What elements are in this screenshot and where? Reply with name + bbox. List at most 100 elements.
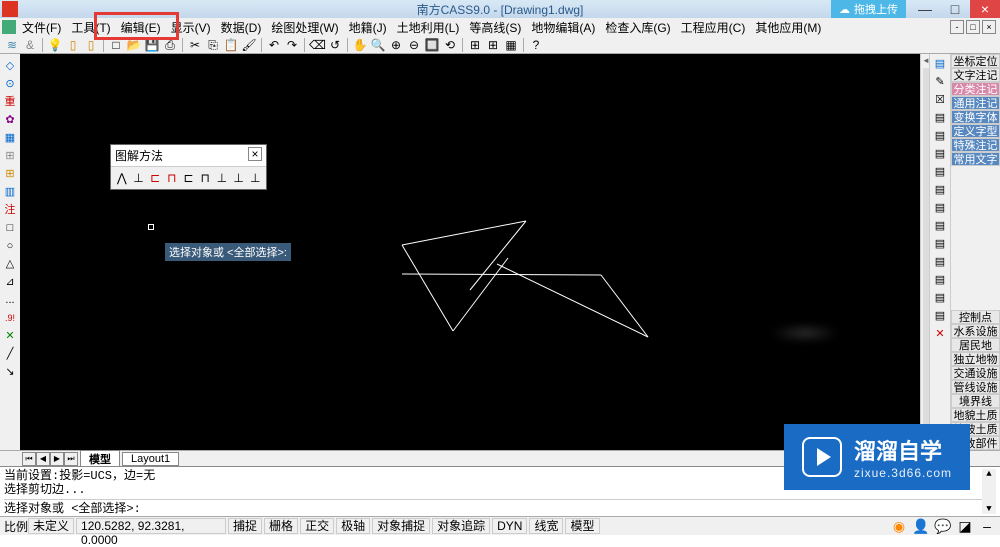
rp-pipeline[interactable]: 管线设施 — [951, 380, 1000, 394]
status-grid[interactable]: 栅格 — [264, 518, 298, 534]
rp-common-text[interactable]: 常用文字 — [951, 152, 1000, 166]
rp-text-note[interactable]: 文字注记 — [951, 68, 1000, 82]
close-button[interactable]: × — [970, 0, 1000, 18]
save-icon[interactable]: 💾 — [144, 37, 160, 53]
zoom-out-icon[interactable]: ⊖ — [406, 37, 422, 53]
menu-other[interactable]: 其他应用(M) — [751, 18, 825, 37]
zoom-window-icon[interactable]: 🔲 — [424, 37, 440, 53]
rp-water[interactable]: 水系设施 — [951, 324, 1000, 338]
lt-icon-16[interactable]: ╱ — [2, 346, 18, 362]
status-dyn[interactable]: DYN — [492, 518, 527, 534]
tab-last[interactable]: ⏭ — [64, 452, 78, 466]
new-icon[interactable]: □ — [108, 37, 124, 53]
ft-icon-7[interactable]: ⊥ — [231, 170, 247, 186]
layer-icon[interactable]: ≋ — [4, 37, 20, 53]
floating-toolbar[interactable]: 图解方法 × ⋀ ⊥ ⊏ ⊓ ⊏ ⊓ ⊥ ⊥ ⊥ — [110, 144, 267, 190]
ri-icon-7[interactable]: ▤ — [932, 182, 948, 198]
rp-special-note[interactable]: 特殊注记 — [951, 138, 1000, 152]
ri-icon-10[interactable]: ▤ — [932, 236, 948, 252]
ft-icon-1[interactable]: ⊥ — [131, 170, 147, 186]
design-center-icon[interactable]: ⊞ — [485, 37, 501, 53]
undo-icon[interactable]: ↶ — [266, 37, 282, 53]
menu-file[interactable]: 文件(F) — [18, 18, 65, 37]
vertical-scrollbar[interactable] — [923, 68, 929, 436]
rp-landform[interactable]: 地貌土质 — [951, 408, 1000, 422]
minimize-button[interactable]: — — [910, 0, 940, 18]
ft-close-button[interactable]: × — [248, 147, 262, 161]
menu-land[interactable]: 土地利用(L) — [393, 18, 464, 37]
tab-model[interactable]: 模型 — [80, 450, 120, 468]
redo-icon[interactable]: ↷ — [284, 37, 300, 53]
zoom-in-icon[interactable]: ⊕ — [388, 37, 404, 53]
pan-icon[interactable]: ✋ — [352, 37, 368, 53]
lt-icon-1[interactable]: ⊙ — [2, 76, 18, 92]
status-model[interactable]: 模型 — [565, 518, 599, 534]
ft-icon-8[interactable]: ⊥ — [247, 170, 263, 186]
properties-icon[interactable]: ⊞ — [467, 37, 483, 53]
lt-icon-8[interactable]: 注 — [2, 202, 18, 218]
lt-icon-9[interactable]: □ — [2, 220, 18, 236]
menu-display[interactable]: 显示(V) — [167, 18, 215, 37]
cmd-scrollbar[interactable]: ▲▼ — [982, 469, 996, 514]
oops-icon[interactable]: ↺ — [327, 37, 343, 53]
menu-edit[interactable]: 编辑(E) — [117, 18, 165, 37]
status-lweight[interactable]: 线宽 — [529, 518, 563, 534]
help-icon[interactable]: ? — [528, 37, 544, 53]
status-otrack[interactable]: 对象追踪 — [432, 518, 490, 534]
tab-first[interactable]: ⏮ — [22, 452, 36, 466]
menu-object-edit[interactable]: 地物编辑(A) — [527, 18, 599, 37]
rp-indep[interactable]: 独立地物 — [951, 352, 1000, 366]
ft-icon-2[interactable]: ⊏ — [147, 170, 163, 186]
lt-icon-2[interactable]: 重 — [2, 94, 18, 110]
print-icon[interactable]: ⎙ — [162, 37, 178, 53]
right-separator[interactable] — [920, 54, 930, 450]
ri-icon-12[interactable]: ▤ — [932, 272, 948, 288]
ft-icon-6[interactable]: ⊥ — [214, 170, 230, 186]
lt-icon-15[interactable]: ✕ — [2, 328, 18, 344]
ft-icon-3[interactable]: ⊓ — [164, 170, 180, 186]
menu-contour[interactable]: 等高线(S) — [465, 18, 525, 37]
ri-icon-9[interactable]: ▤ — [932, 218, 948, 234]
lt-icon-14[interactable]: .9! — [2, 310, 18, 326]
lt-icon-17[interactable]: ↘ — [2, 364, 18, 380]
ri-icon-14[interactable]: ▤ — [932, 308, 948, 324]
ri-icon-5[interactable]: ▤ — [932, 146, 948, 162]
bulb-icon[interactable]: 💡 — [47, 37, 63, 53]
rp-boundary[interactable]: 境界线 — [951, 394, 1000, 408]
cut-icon[interactable]: ✂ — [187, 37, 203, 53]
tool-icon[interactable]: ▯ — [83, 37, 99, 53]
menu-data[interactable]: 数据(D) — [217, 18, 266, 37]
tab-layout1[interactable]: Layout1 — [122, 452, 179, 466]
copy-icon[interactable]: ⎘ — [205, 37, 221, 53]
ft-icon-0[interactable]: ⋀ — [114, 170, 130, 186]
rp-traffic[interactable]: 交通设施 — [951, 366, 1000, 380]
status-snap[interactable]: 捕捉 — [228, 518, 262, 534]
lt-icon-5[interactable]: ⊞ — [2, 148, 18, 164]
rp-class-note[interactable]: 分类注记 — [951, 82, 1000, 96]
status-orange-icon[interactable]: ◉ — [890, 518, 908, 534]
tab-prev[interactable]: ◀ — [36, 452, 50, 466]
erase-icon[interactable]: ⌫ — [309, 37, 325, 53]
tool-icon[interactable]: ▯ — [65, 37, 81, 53]
upload-button[interactable]: ☁ 拖拽上传 — [831, 0, 906, 18]
open-icon[interactable]: 📂 — [126, 37, 142, 53]
lt-icon-6[interactable]: ⊞ — [2, 166, 18, 182]
lt-icon-4[interactable]: ▦ — [2, 130, 18, 146]
status-person-icon[interactable]: 👤 — [912, 518, 930, 534]
rp-control[interactable]: 控制点 — [951, 310, 1000, 324]
rp-coord[interactable]: 坐标定位 — [951, 54, 1000, 68]
lt-icon-0[interactable]: ◇ — [2, 58, 18, 74]
menu-draw[interactable]: 绘图处理(W) — [267, 18, 342, 37]
status-polar[interactable]: 极轴 — [336, 518, 370, 534]
menu-check[interactable]: 检查入库(G) — [601, 18, 674, 37]
rp-residence[interactable]: 居民地 — [951, 338, 1000, 352]
ri-icon-4[interactable]: ▤ — [932, 128, 948, 144]
status-tray-icon[interactable]: ◪ — [956, 518, 974, 534]
ri-icon-8[interactable]: ▤ — [932, 200, 948, 216]
ft-icon-4[interactable]: ⊏ — [181, 170, 197, 186]
ft-icon-5[interactable]: ⊓ — [197, 170, 213, 186]
maximize-button[interactable]: □ — [940, 0, 970, 18]
match-icon[interactable]: 🖌 — [241, 37, 257, 53]
paste-icon[interactable]: 📋 — [223, 37, 239, 53]
zoom-realtime-icon[interactable]: 🔍 — [370, 37, 386, 53]
